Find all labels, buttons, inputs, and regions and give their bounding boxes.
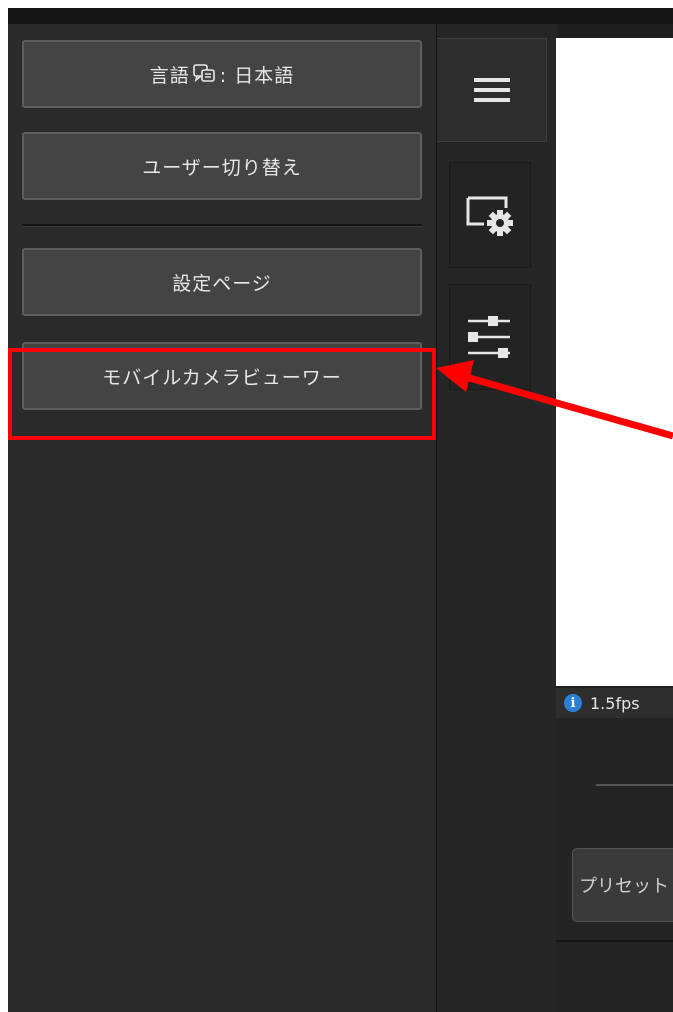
tab-menu[interactable]	[437, 38, 547, 142]
settings-page-button[interactable]: 設定ページ	[22, 248, 422, 316]
control-divider	[596, 784, 673, 786]
status-bar: i 1.5fps	[556, 688, 673, 718]
side-menu-panel: 言語 : 日本語 ユーザー切り替え 設定ページ モバイルカメラビューワー	[8, 24, 436, 1012]
info-icon[interactable]: i	[564, 694, 582, 712]
switch-user-label: ユーザー切り替え	[142, 156, 302, 179]
hamburger-menu-icon	[473, 78, 510, 102]
tab-adjustments[interactable]	[449, 284, 531, 390]
settings-page-label: 設定ページ	[172, 272, 272, 295]
camera-view[interactable]	[556, 38, 673, 686]
preset-label: プリセット	[579, 876, 669, 897]
tab-display-settings[interactable]	[449, 162, 531, 268]
control-area: プリセット	[556, 718, 673, 1012]
switch-user-button[interactable]: ユーザー切り替え	[22, 132, 422, 200]
highlight-box	[8, 348, 436, 440]
preset-button[interactable]: プリセット	[572, 848, 673, 922]
language-value: : 日本語	[219, 64, 295, 87]
language-label: 言語	[149, 64, 190, 87]
display-settings-icon	[466, 196, 513, 236]
bottom-divider	[556, 940, 673, 942]
tab-strip	[436, 24, 557, 1012]
fps-value: 1.5fps	[590, 693, 640, 713]
translate-icon	[192, 64, 215, 83]
sliders-icon	[468, 316, 510, 358]
top-bar	[8, 8, 673, 24]
language-button[interactable]: 言語 : 日本語	[22, 40, 422, 108]
app-window: 言語 : 日本語 ユーザー切り替え 設定ページ モバイルカメラビューワー i 1…	[8, 8, 673, 1012]
menu-divider	[22, 224, 422, 227]
